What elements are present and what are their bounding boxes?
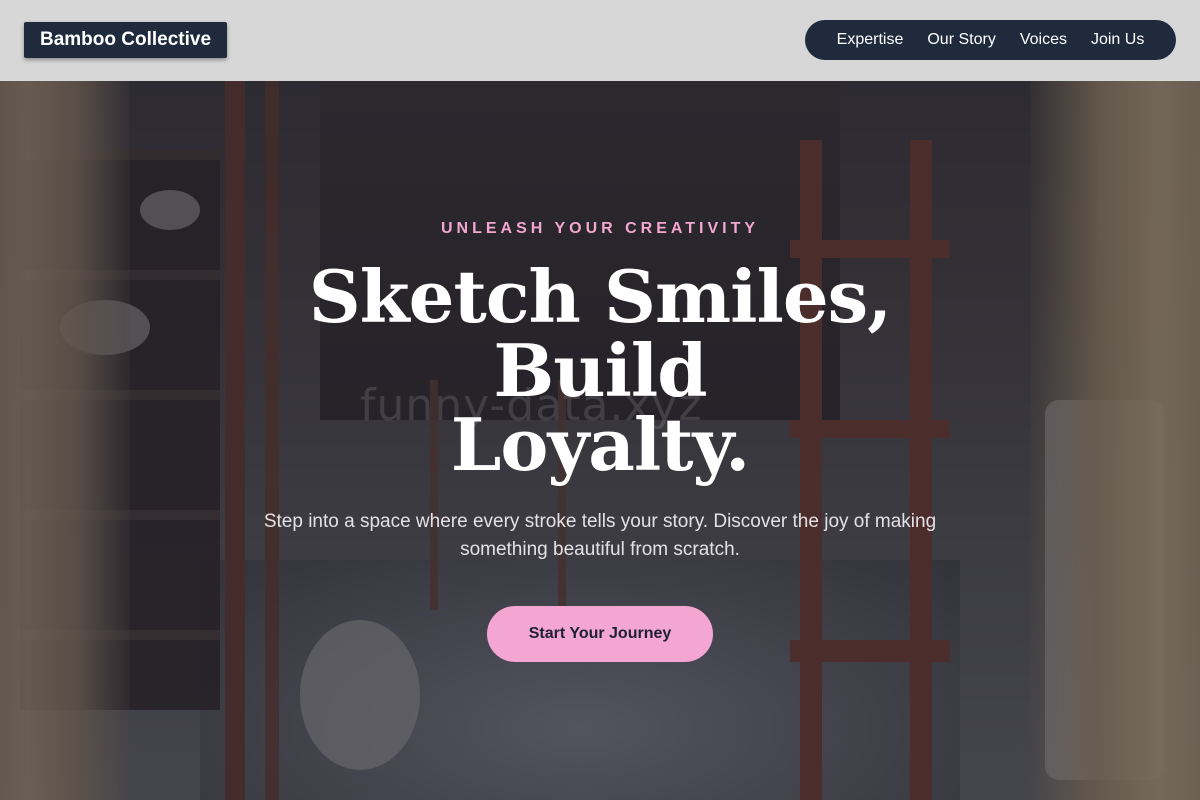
hero-content: UNLEASH YOUR CREATIVITY Sketch Smiles, B… [200,220,1000,662]
hero-subtext: Step into a space where every stroke tel… [263,511,937,560]
nav-link-our-story[interactable]: Our Story [927,31,995,49]
nav-link-voices[interactable]: Voices [1020,31,1067,49]
start-journey-button[interactable]: Start Your Journey [487,606,713,662]
hero-headline-line-1: Sketch Smiles, Build [308,254,892,413]
main-nav: Expertise Our Story Voices Join Us [805,20,1176,60]
hero-headline: Sketch Smiles, Build Loyalty. [200,260,1000,482]
brand-logo[interactable]: Bamboo Collective [24,22,228,58]
hero-eyebrow: UNLEASH YOUR CREATIVITY [440,220,760,237]
nav-link-join-us[interactable]: Join Us [1091,31,1144,49]
site-header: Bamboo Collective Expertise Our Story Vo… [0,0,1200,81]
brand-name: Bamboo Collective [40,29,212,50]
nav-link-expertise[interactable]: Expertise [837,31,904,49]
hero-headline-line-2: Loyalty. [450,402,750,487]
